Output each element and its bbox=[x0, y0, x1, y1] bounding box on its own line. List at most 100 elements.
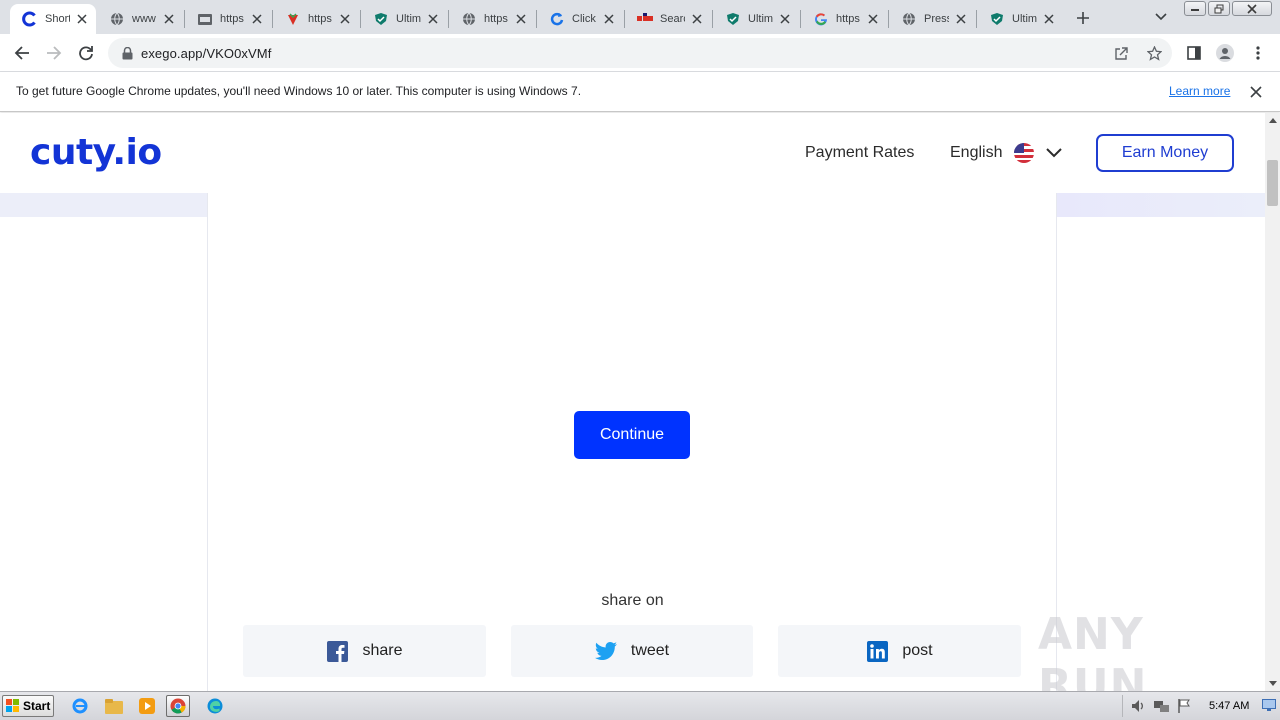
close-tab-icon[interactable] bbox=[777, 11, 793, 27]
infobar-message: To get future Google Chrome updates, you… bbox=[16, 84, 582, 98]
tab-https-4[interactable]: https bbox=[801, 4, 887, 34]
infobar-close-icon[interactable] bbox=[1248, 84, 1264, 100]
close-tab-icon[interactable] bbox=[249, 11, 265, 27]
close-tab-icon[interactable] bbox=[513, 11, 529, 27]
tweet-label: tweet bbox=[630, 642, 670, 659]
taskbar-ie[interactable] bbox=[68, 695, 92, 717]
close-tab-icon[interactable] bbox=[74, 11, 90, 27]
payment-rates-link[interactable]: Payment Rates bbox=[805, 144, 914, 162]
vertical-scrollbar[interactable] bbox=[1265, 113, 1280, 691]
close-tab-icon[interactable] bbox=[425, 11, 441, 27]
learn-more-link[interactable]: Learn more bbox=[1169, 84, 1230, 98]
taskbar-media-player[interactable] bbox=[135, 695, 159, 717]
tab-https-2[interactable]: https bbox=[273, 4, 359, 34]
taskbar-explorer[interactable] bbox=[102, 695, 126, 717]
url-text[interactable]: exego.app/VKO0xVMf bbox=[141, 46, 271, 61]
restore-button[interactable] bbox=[1208, 1, 1230, 16]
tab-title: Short bbox=[45, 13, 70, 25]
tab-ultim-1[interactable]: Ultim bbox=[361, 4, 447, 34]
linkedin-share-button[interactable]: post bbox=[778, 625, 1021, 677]
language-selector-label[interactable]: English bbox=[950, 144, 1002, 162]
side-panel-button[interactable] bbox=[1184, 43, 1204, 63]
globe-icon bbox=[109, 11, 125, 27]
edge-icon bbox=[207, 698, 223, 714]
tab-https-3[interactable]: https bbox=[449, 4, 535, 34]
scrollbar-thumb[interactable] bbox=[1267, 160, 1278, 206]
chrome-menu-button[interactable] bbox=[1248, 43, 1268, 63]
linkedin-icon bbox=[866, 640, 888, 662]
tab-search-button[interactable] bbox=[1152, 8, 1170, 26]
profile-avatar-icon bbox=[1216, 44, 1234, 62]
tab-www[interactable]: www bbox=[97, 4, 183, 34]
tab-short[interactable]: Short bbox=[10, 4, 96, 34]
side-panel-icon bbox=[1187, 46, 1201, 60]
system-tray bbox=[1122, 695, 1278, 717]
volume-icon[interactable] bbox=[1130, 698, 1146, 714]
close-tab-icon[interactable] bbox=[1041, 11, 1057, 27]
kebab-menu-icon bbox=[1256, 46, 1260, 60]
close-tab-icon[interactable] bbox=[689, 11, 705, 27]
tab-title: www bbox=[132, 13, 156, 25]
reload-button[interactable] bbox=[76, 43, 96, 63]
scroll-down-arrow-icon[interactable] bbox=[1268, 679, 1277, 688]
share-heading: share on bbox=[601, 592, 664, 609]
taskbar-chrome[interactable] bbox=[166, 695, 190, 717]
facebook-icon bbox=[326, 640, 348, 662]
plus-icon bbox=[1077, 12, 1089, 24]
profile-button[interactable] bbox=[1215, 43, 1235, 63]
taskbar-clock[interactable]: 5:47 AM bbox=[1209, 700, 1249, 712]
watermark-text: ANY RUN bbox=[1038, 609, 1148, 691]
start-label: Start bbox=[23, 699, 51, 713]
header-band-left bbox=[0, 193, 208, 217]
back-button[interactable] bbox=[12, 43, 32, 63]
anyrun-watermark: ANY RUN bbox=[1038, 609, 1265, 691]
tab-search[interactable]: Searc bbox=[625, 4, 711, 34]
chrome-icon bbox=[170, 698, 186, 714]
taskbar-edge[interactable] bbox=[203, 695, 227, 717]
close-tab-icon[interactable] bbox=[337, 11, 353, 27]
update-infobar: To get future Google Chrome updates, you… bbox=[0, 72, 1280, 112]
close-window-button[interactable] bbox=[1232, 1, 1272, 16]
tab-press[interactable]: Press bbox=[889, 4, 975, 34]
earn-money-button[interactable]: Earn Money bbox=[1096, 134, 1234, 172]
bookmark-star-icon[interactable] bbox=[1146, 45, 1162, 61]
close-tab-icon[interactable] bbox=[161, 11, 177, 27]
windows-logo-icon bbox=[6, 699, 19, 712]
close-tab-icon[interactable] bbox=[953, 11, 969, 27]
facebook-share-button[interactable]: share bbox=[243, 625, 486, 677]
tab-title: Click bbox=[572, 13, 596, 25]
close-tab-icon[interactable] bbox=[865, 11, 881, 27]
tab-title: Ultim bbox=[1012, 13, 1037, 25]
tab-ultim-2[interactable]: Ultim bbox=[713, 4, 799, 34]
media-player-icon bbox=[139, 698, 155, 714]
new-tab-button[interactable] bbox=[1073, 8, 1093, 28]
continue-button[interactable]: Continue bbox=[574, 411, 690, 459]
share-page-icon[interactable] bbox=[1113, 45, 1129, 61]
tab-ultim-3[interactable]: Ultim bbox=[977, 4, 1063, 34]
lock-icon[interactable] bbox=[119, 45, 135, 61]
globe-icon bbox=[461, 11, 477, 27]
network-icon[interactable] bbox=[1153, 698, 1169, 714]
start-button[interactable]: Start bbox=[2, 695, 54, 717]
tab-click[interactable]: Click bbox=[537, 4, 623, 34]
tab-title: Ultim bbox=[396, 13, 421, 25]
forward-button[interactable] bbox=[44, 43, 64, 63]
restore-icon bbox=[1214, 4, 1224, 13]
us-flag-icon[interactable] bbox=[1014, 143, 1034, 163]
header-band-right bbox=[1056, 193, 1265, 217]
minimize-button[interactable] bbox=[1184, 1, 1206, 16]
language-dropdown-chevron-icon[interactable] bbox=[1045, 145, 1063, 161]
tab-title: Press bbox=[924, 13, 949, 25]
tab-https-1[interactable]: https bbox=[185, 4, 271, 34]
site-logo[interactable]: cuty.io bbox=[30, 132, 162, 173]
scroll-up-arrow-icon[interactable] bbox=[1268, 116, 1277, 125]
close-tab-icon[interactable] bbox=[601, 11, 617, 27]
show-desktop-icon[interactable] bbox=[1262, 698, 1276, 712]
close-icon bbox=[1247, 3, 1257, 14]
address-bar[interactable]: exego.app/VKO0xVMf bbox=[108, 38, 1172, 68]
google-icon bbox=[813, 11, 829, 27]
refresh-favicon bbox=[549, 11, 565, 27]
twitter-share-button[interactable]: tweet bbox=[511, 625, 753, 677]
reload-icon bbox=[79, 46, 93, 61]
action-center-flag-icon[interactable] bbox=[1176, 698, 1192, 714]
